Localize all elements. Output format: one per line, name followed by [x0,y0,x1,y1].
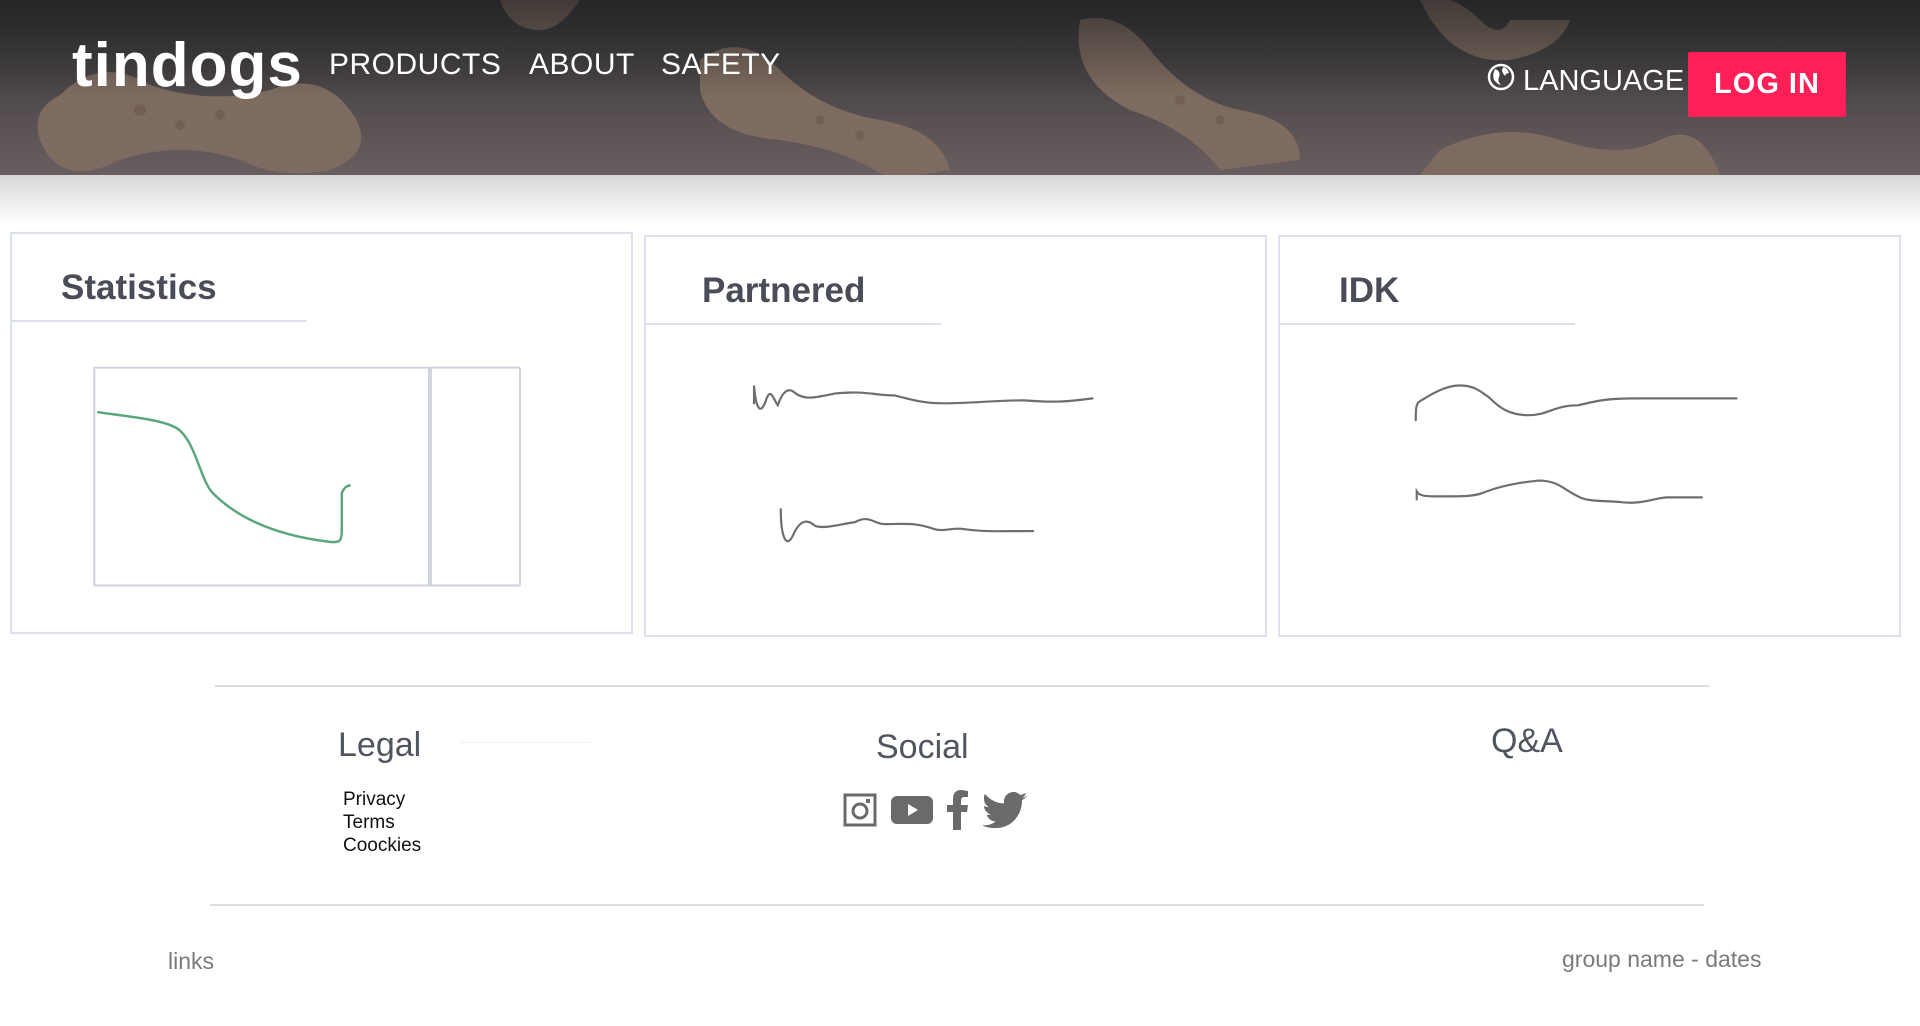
card-partnered: Partnered [644,235,1267,637]
footer-top-divider [215,685,1709,687]
scribble-line [1414,384,1738,422]
cookies-link[interactable]: Coockies [343,834,421,857]
legal-title-line [460,742,590,743]
login-button[interactable]: LOG IN [1688,52,1846,117]
partnered-scribble [752,385,1094,543]
card-statistics: Statistics [10,232,633,634]
idk-scribble [1414,384,1738,504]
terms-link[interactable]: Terms [343,811,421,834]
hero-banner: tindogs PRODUCTS ABOUT SAFETY LANGUAGE L… [0,0,1920,175]
chart-series-line [97,410,351,544]
language-selector[interactable]: LANGUAGE [1487,63,1684,99]
privacy-link[interactable]: Privacy [343,788,421,811]
footer-credits: group name - dates [1562,946,1762,972]
scribble-line [1415,479,1703,504]
instagram-icon[interactable] [843,793,877,832]
social-title: Social [876,728,969,766]
twitter-icon[interactable] [982,792,1031,833]
card-idk: IDK [1278,235,1901,637]
header-shadow [0,175,1920,225]
legal-title: Legal [338,726,422,764]
globe-icon [1487,63,1515,99]
footer-links-text[interactable]: links [168,948,214,975]
nav-about[interactable]: ABOUT [529,48,635,82]
scribble-line [779,508,1035,543]
nav-products[interactable]: PRODUCTS [329,48,501,82]
youtube-icon[interactable] [891,796,933,829]
scribble-line [752,385,1094,410]
qa-title[interactable]: Q&A [1491,722,1563,761]
facebook-icon[interactable] [947,790,969,835]
nav-safety[interactable]: SAFETY [661,48,781,82]
language-label: LANGUAGE [1523,64,1685,97]
social-icons [843,790,1031,835]
footer-bottom-divider [210,904,1704,906]
chart-frame [93,366,432,587]
statistics-chart [93,366,521,587]
logo[interactable]: tindogs [72,30,303,101]
legal-links: Privacy Terms Coockies [343,788,421,857]
